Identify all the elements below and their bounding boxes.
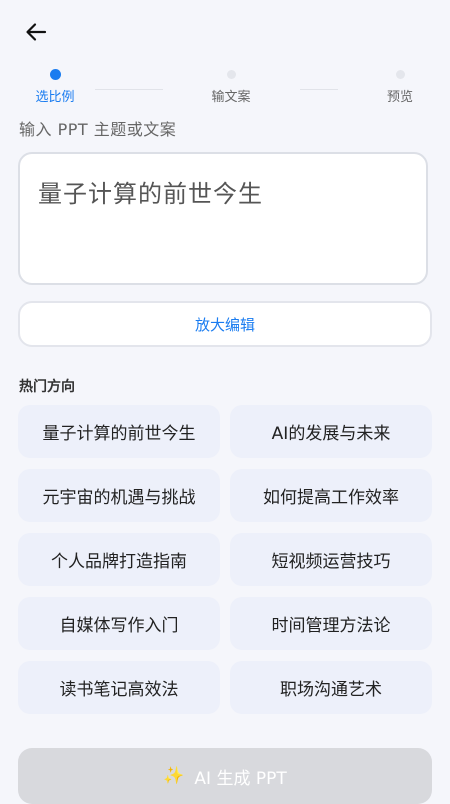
step-label: 选比例 (35, 90, 75, 105)
generate-button-label: AI 生成 PPT (194, 768, 287, 789)
hot-topics-title: 热门方向 (19, 379, 75, 395)
step-select-ratio[interactable]: 选比例 (15, 69, 95, 105)
topic-chip[interactable]: 读书笔记高效法 (18, 661, 220, 714)
step-dot (49, 69, 61, 80)
topic-chip[interactable]: 自媒体写作入门 (18, 597, 220, 650)
ai-generate-ppt-button[interactable]: ✨ AI 生成 PPT (18, 748, 432, 804)
topic-chip[interactable]: AI的发展与未来 (230, 405, 432, 458)
expand-edit-button[interactable]: 放大编辑 (18, 301, 432, 347)
topic-chip[interactable]: 元宇宙的机遇与挑战 (18, 469, 220, 522)
progress-stepper: 选比例 输文案 预览 (0, 69, 450, 110)
step-connector (95, 89, 163, 90)
topic-chip[interactable]: 量子计算的前世今生 (18, 405, 220, 458)
step-input-text[interactable]: 输文案 (191, 70, 271, 105)
step-dot (395, 70, 405, 79)
step-connector (300, 89, 338, 90)
step-label: 预览 (386, 90, 413, 105)
topic-chip[interactable]: 短视频运营技巧 (230, 533, 432, 586)
step-preview[interactable]: 预览 (360, 70, 440, 105)
topic-chip[interactable]: 职场沟通艺术 (230, 661, 432, 714)
topic-chip[interactable]: 个人品牌打造指南 (18, 533, 220, 586)
step-dot (226, 70, 236, 79)
step-label: 输文案 (211, 90, 251, 105)
sparkles-icon: ✨ (163, 766, 185, 786)
topic-input[interactable]: 量子计算的前世今生 (18, 152, 428, 285)
back-button[interactable] (20, 16, 52, 48)
arrow-left-icon (26, 23, 47, 41)
hot-topics-grid: 量子计算的前世今生 AI的发展与未来 元宇宙的机遇与挑战 如何提高工作效率 个人… (18, 405, 432, 714)
topic-chip[interactable]: 如何提高工作效率 (230, 469, 432, 522)
topic-chip[interactable]: 时间管理方法论 (230, 597, 432, 650)
input-section-title: 输入 PPT 主题或文案 (19, 120, 177, 139)
